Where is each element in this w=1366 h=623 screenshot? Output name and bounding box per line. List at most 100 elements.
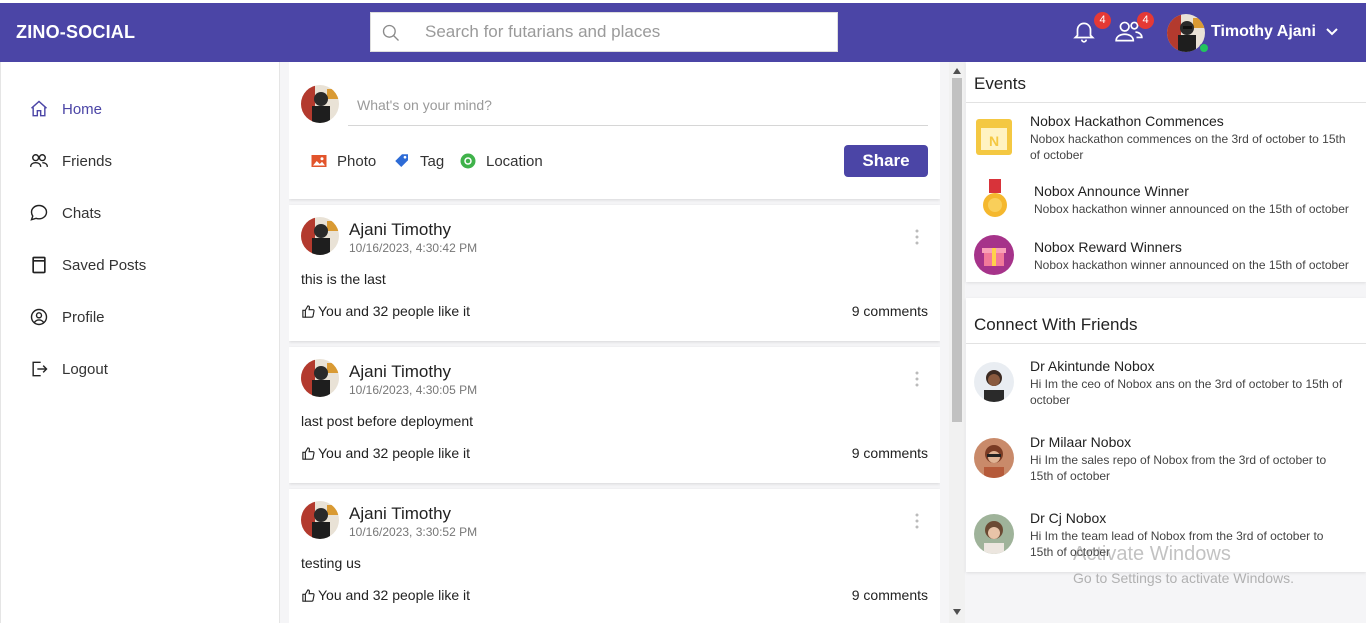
- search-input[interactable]: [425, 13, 825, 51]
- friend-avatar[interactable]: [974, 438, 1014, 478]
- add-tag-button[interactable]: Tag: [393, 152, 444, 170]
- thumbs-up-icon: [302, 304, 315, 318]
- chevron-down-icon[interactable]: [1325, 27, 1339, 37]
- event-title[interactable]: Nobox Announce Winner: [1034, 183, 1189, 199]
- friend-name[interactable]: Dr Milaar Nobox: [1030, 434, 1131, 450]
- sidebar-item-saved-posts[interactable]: Saved Posts: [29, 253, 146, 277]
- notifications-button[interactable]: 4: [1071, 12, 1111, 48]
- like-count: You and 32 people like it: [318, 587, 471, 603]
- friend-bio-line: Hi Im the team lead of Nobox from the 3r…: [1030, 529, 1324, 543]
- like-button[interactable]: You and 32 people like it: [301, 303, 470, 319]
- friend-name[interactable]: Dr Akintunde Nobox: [1030, 358, 1155, 374]
- current-user-name[interactable]: Timothy Ajani: [1211, 23, 1316, 41]
- sidebar-item-chats[interactable]: Chats: [29, 201, 101, 225]
- like-count: You and 32 people like it: [318, 303, 471, 319]
- events-card: Events N Nobox Hackathon Commences Nobox…: [966, 62, 1366, 282]
- chat-icon: [30, 204, 48, 221]
- bookmark-icon: [32, 256, 46, 274]
- event-description: Nobox hackathon winner announced on the …: [1034, 202, 1349, 216]
- photo-icon: [311, 155, 327, 167]
- friend-name[interactable]: Dr Cj Nobox: [1030, 510, 1106, 526]
- post-card: Ajani Timothy 10/16/2023, 4:30:05 PM las…: [289, 347, 940, 483]
- bell-icon: [1073, 22, 1095, 43]
- post-author[interactable]: Ajani Timothy: [349, 220, 451, 240]
- post-author[interactable]: Ajani Timothy: [349, 504, 451, 524]
- top-navbar: ZINO-SOCIAL 4 4 Timothy Ajani: [0, 0, 1366, 62]
- friend-requests-button[interactable]: 4: [1114, 12, 1154, 48]
- friends-title: Connect With Friends: [974, 315, 1138, 334]
- sidebar-item-profile[interactable]: Profile: [29, 305, 105, 329]
- search-icon: [382, 24, 399, 41]
- add-photo-button[interactable]: Photo: [310, 152, 376, 170]
- location-label: Location: [486, 152, 543, 170]
- post-input[interactable]: [348, 84, 928, 126]
- friend-bio: Hi Im the ceo of Nobox ans on the 3rd of…: [1030, 376, 1360, 408]
- like-count: You and 32 people like it: [318, 445, 471, 461]
- share-button[interactable]: Share: [844, 145, 928, 177]
- more-vertical-icon[interactable]: [914, 371, 920, 387]
- avatar[interactable]: [301, 501, 339, 539]
- comments-link[interactable]: 9 comments: [852, 303, 928, 319]
- sidebar-item-home[interactable]: Home: [29, 97, 102, 121]
- user-circle-icon: [30, 308, 48, 326]
- comments-link[interactable]: 9 comments: [852, 445, 928, 461]
- add-location-button[interactable]: Location: [459, 152, 543, 170]
- sidebar-item-logout[interactable]: Logout: [29, 357, 108, 381]
- sidebar-item-label: Profile: [62, 308, 105, 326]
- sidebar-item-friends[interactable]: Friends: [29, 149, 112, 173]
- event-title[interactable]: Nobox Reward Winners: [1034, 239, 1182, 255]
- friends-icon: [29, 154, 49, 167]
- scroll-down-arrow-icon[interactable]: [953, 608, 961, 616]
- sidebar-item-label: Chats: [62, 204, 102, 222]
- post-card: Ajani Timothy 10/16/2023, 4:30:42 PM thi…: [289, 205, 940, 341]
- friend-avatar[interactable]: [974, 514, 1014, 554]
- event-description: Nobox hackathon winner announced on the …: [1034, 258, 1349, 272]
- events-title: Events: [974, 74, 1026, 93]
- more-vertical-icon[interactable]: [914, 229, 920, 245]
- friend-bio-line: Hi Im the ceo of Nobox ans on the 3rd of…: [1030, 377, 1343, 391]
- location-icon: [460, 153, 476, 169]
- search-box[interactable]: [370, 12, 838, 52]
- left-sidebar: Home Friends Chats Saved Posts Profile L…: [0, 62, 280, 623]
- friend-bio: Hi Im the sales repo of Nobox from the 3…: [1030, 452, 1360, 484]
- more-vertical-icon[interactable]: [914, 513, 920, 529]
- activation-watermark-title: Activate Windows: [1073, 543, 1231, 565]
- scroll-up-arrow-icon[interactable]: [953, 67, 961, 75]
- post-text: this is the last: [301, 271, 386, 287]
- thumbs-up-icon: [302, 588, 315, 602]
- avatar[interactable]: [301, 359, 339, 397]
- feed-scrollbar[interactable]: [949, 62, 965, 623]
- tag-icon: [395, 154, 408, 167]
- comments-link[interactable]: 9 comments: [852, 587, 928, 603]
- sidebar-item-label: Home: [62, 100, 103, 118]
- friend-request-badge: 4: [1137, 12, 1154, 29]
- friends-suggestions-card: Connect With Friends Dr Akintunde Nobox …: [966, 298, 1366, 572]
- notification-badge: 4: [1094, 12, 1111, 29]
- divider: [966, 102, 1366, 103]
- post-timestamp: 10/16/2023, 4:30:05 PM: [349, 383, 478, 397]
- right-panel: Events N Nobox Hackathon Commences Nobox…: [966, 62, 1366, 623]
- post-timestamp: 10/16/2023, 3:30:52 PM: [349, 525, 478, 539]
- event-description-line: of october: [1030, 148, 1084, 162]
- like-button[interactable]: You and 32 people like it: [301, 445, 470, 461]
- post-composer: Photo Tag Location Share: [289, 62, 940, 199]
- event-description-line: Nobox hackathon commences on the 3rd of …: [1030, 132, 1346, 146]
- medal-icon: [983, 179, 1007, 217]
- post-timestamp: 10/16/2023, 4:30:42 PM: [349, 241, 478, 255]
- feed: Photo Tag Location Share Ajani Timothy 1…: [289, 62, 940, 623]
- post-card: Ajani Timothy 10/16/2023, 3:30:52 PM tes…: [289, 489, 940, 623]
- avatar[interactable]: [301, 217, 339, 255]
- sidebar-item-label: Logout: [62, 360, 108, 378]
- gift-icon: [974, 235, 1014, 275]
- svg-text:N: N: [989, 133, 999, 149]
- app-logo[interactable]: ZINO-SOCIAL: [16, 22, 135, 43]
- friend-avatar[interactable]: [974, 362, 1014, 402]
- event-title[interactable]: Nobox Hackathon Commences: [1030, 113, 1224, 129]
- like-button[interactable]: You and 32 people like it: [301, 587, 470, 603]
- post-author[interactable]: Ajani Timothy: [349, 362, 451, 382]
- sidebar-item-label: Saved Posts: [62, 256, 147, 274]
- calendar-event-icon: N: [976, 119, 1012, 155]
- home-icon: [31, 100, 47, 117]
- scrollbar-thumb[interactable]: [952, 78, 962, 422]
- post-text: testing us: [301, 555, 361, 571]
